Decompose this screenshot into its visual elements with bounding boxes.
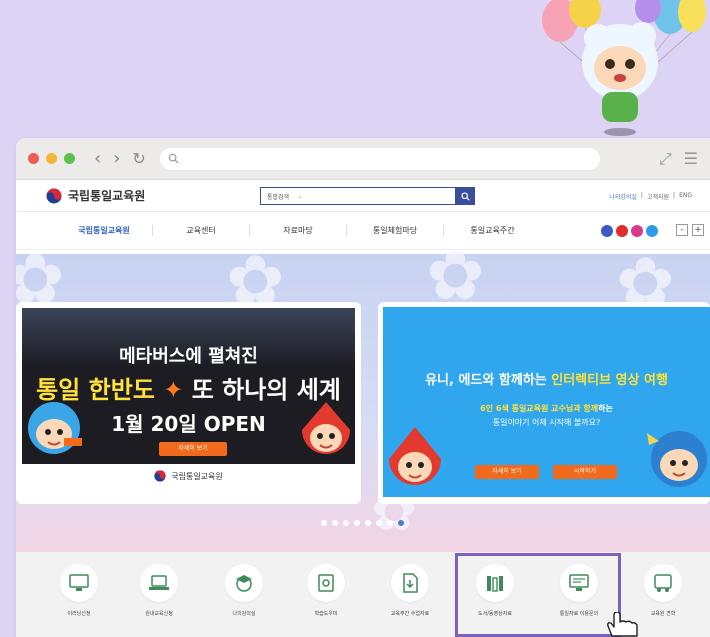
pager-dot[interactable] xyxy=(321,520,327,526)
laptop-icon xyxy=(140,564,178,602)
expand-icon[interactable]: ⤢ xyxy=(659,149,672,169)
site-logo-text: 국립통일교육원 xyxy=(68,189,146,203)
blue-mascot-illustration xyxy=(647,431,707,487)
quick-item-label: 원내교육신청 xyxy=(145,611,173,617)
zoom-controls: - + xyxy=(676,224,704,236)
maximize-window-dot[interactable] xyxy=(64,153,75,164)
quick-item-label: 통일자료 이용문의 xyxy=(559,611,599,617)
quick-item-tour[interactable]: 교육원 견학 xyxy=(633,564,693,617)
search-icon xyxy=(461,191,470,201)
instagram-icon[interactable] xyxy=(631,225,643,237)
pager-dot[interactable] xyxy=(354,520,360,526)
site-header: 국립통일교육원 통합검색 ⌄ 나의강의실 | 고객지원 | ENG xyxy=(16,180,710,212)
blossom-decoration: ✿ xyxy=(426,234,485,316)
chevron-down-icon: ⌄ xyxy=(297,192,303,200)
search-input[interactable]: 통합검색 ⌄ xyxy=(260,187,456,205)
nav-item-education-center[interactable]: 교육센터 xyxy=(153,225,250,236)
hero-carousel: ✿ ✿ ✿ ✿ ✿ 메타버스에 펼쳐진 통일 한반도 ✦ 또 하나의 세계 1월… xyxy=(16,240,710,552)
books-icon xyxy=(476,564,514,602)
slide2-title: 유니, 에드와 함께하는 인터렉티브 영상 여행 xyxy=(383,369,710,388)
address-bar[interactable] xyxy=(159,147,600,170)
search-button[interactable] xyxy=(456,187,475,205)
red-mascot-illustration xyxy=(389,427,441,485)
slide-line1: 메타버스에 펼쳐진 xyxy=(119,346,258,367)
util-link-english[interactable]: ENG xyxy=(679,192,692,201)
reload-icon[interactable]: ↻ xyxy=(132,150,145,167)
youtube-icon[interactable] xyxy=(616,225,628,237)
pager-dot[interactable] xyxy=(365,520,371,526)
lightning-icon: ✦ xyxy=(163,376,184,404)
slide2-subtitle-suffix: 하는 xyxy=(598,404,613,413)
taegeuk-logo-icon xyxy=(46,188,62,203)
quick-item-label: 나의강의실 xyxy=(232,611,256,617)
hand-cursor-icon xyxy=(607,612,638,637)
minimize-window-dot[interactable] xyxy=(46,153,57,164)
taegeuk-logo-icon xyxy=(154,470,166,482)
monitor-icon xyxy=(60,564,98,602)
pager-dot[interactable] xyxy=(343,520,349,526)
utility-links: 나의강의실 | 고객지원 | ENG xyxy=(609,192,692,201)
pager-dot-active[interactable] xyxy=(398,520,404,526)
quick-item-books-videos[interactable]: 도서/동영상자료 xyxy=(465,564,525,617)
zoom-out-button[interactable]: - xyxy=(676,224,688,236)
quick-item-label: 교육주간 수업자료 xyxy=(390,611,430,617)
quick-item-label: 학습도우미 xyxy=(314,611,338,617)
blue-mascot-illustration xyxy=(28,402,82,454)
quick-item-learning-helper[interactable]: 학습도우미 xyxy=(296,564,356,617)
slide2-detail-button[interactable]: 자세히 보기 xyxy=(475,465,539,479)
quick-item-week-materials[interactable]: 교육주간 수업자료 xyxy=(380,564,440,617)
slide2-start-button[interactable]: 시작하기 xyxy=(553,465,617,479)
bus-icon xyxy=(644,564,682,602)
slide-card-interactive-video[interactable]: 유니, 에드와 함께하는 인터렉티브 영상 여행 6인 6색 통일교육원 교수님… xyxy=(378,302,710,504)
slide-banner: 유니, 에드와 함께하는 인터렉티브 영상 여행 6인 6색 통일교육원 교수님… xyxy=(383,307,710,497)
quick-item-my-classroom[interactable]: 나의강의실 xyxy=(214,564,274,617)
quick-item-label: 교육원 견학 xyxy=(650,611,676,617)
site-search: 통합검색 ⌄ xyxy=(260,187,475,205)
slide1-footer-text: 국립통일교육원 xyxy=(171,471,223,481)
site-logo[interactable]: 국립통일교육원 xyxy=(46,187,145,204)
slide2-title-prefix: 유니, 에드와 함께하는 xyxy=(425,373,547,388)
pager-dot[interactable] xyxy=(332,520,338,526)
social-links xyxy=(601,225,658,237)
search-icon xyxy=(168,153,179,164)
quick-item-onsite-course[interactable]: 원내교육신청 xyxy=(129,564,189,617)
slide1-footer: 국립통일교육원 xyxy=(16,470,361,482)
slide-banner: 메타버스에 펼쳐진 통일 한반도 ✦ 또 하나의 세계 1월 20일 OPEN … xyxy=(22,308,355,464)
pager-dot[interactable] xyxy=(376,520,382,526)
slide2-subtitle-highlight: 6인 6색 통일교육원 교수님과 함께 xyxy=(480,404,599,413)
slide-card-metaverse[interactable]: 메타버스에 펼쳐진 통일 한반도 ✦ 또 하나의 세계 1월 20일 OPEN … xyxy=(16,302,361,504)
help-icon xyxy=(307,564,345,602)
computer-icon xyxy=(560,564,598,602)
browser-window: ‹ › ↻ ⤢ ☰ 국립통일교육원 통합검색 ⌄ 나의강의실 | 고객지원 | … xyxy=(16,138,710,637)
back-icon[interactable]: ‹ xyxy=(94,149,101,168)
quick-item-label: 이러닝신청 xyxy=(67,611,91,617)
quick-item-elearning[interactable]: 이러닝신청 xyxy=(49,564,109,617)
quick-item-label: 도서/동영상자료 xyxy=(478,611,512,617)
menu-icon[interactable]: ☰ xyxy=(684,149,698,169)
slide1-detail-button[interactable]: 자세히 보기 xyxy=(159,442,227,456)
zoom-in-button[interactable]: + xyxy=(692,224,704,236)
forward-icon[interactable]: › xyxy=(113,149,120,168)
download-document-icon xyxy=(391,564,429,602)
util-link-my-classroom[interactable]: 나의강의실 xyxy=(609,192,637,201)
facebook-icon[interactable] xyxy=(601,225,613,237)
red-mascot-illustration xyxy=(302,402,350,454)
util-link-support[interactable]: 고객지원 xyxy=(647,192,669,201)
nav-item-resources[interactable]: 자료마당 xyxy=(250,225,347,236)
slide2-subtitle-1: 6인 6색 통일교육원 교수님과 함께하는 xyxy=(383,403,710,414)
quick-item-materials-inquiry[interactable]: 통일자료 이용문의 xyxy=(549,564,609,617)
graduation-cap-icon xyxy=(225,564,263,602)
carousel-pager xyxy=(321,520,404,526)
nav-item-institute[interactable]: 국립통일교육원 xyxy=(56,225,153,236)
balloon-mascot-illustration xyxy=(542,0,706,136)
twitter-icon[interactable] xyxy=(646,225,658,237)
slide2-title-highlight: 인터렉티브 영상 여행 xyxy=(551,373,668,388)
browser-toolbar: ‹ › ↻ ⤢ ☰ xyxy=(16,138,710,180)
close-window-dot[interactable] xyxy=(28,153,39,164)
search-scope-select[interactable]: 통합검색 xyxy=(267,192,289,201)
pager-dot[interactable] xyxy=(387,520,393,526)
main-navigation: 국립통일교육원 교육센터 자료마당 통일체험마당 통일교육주간 - + xyxy=(16,212,710,250)
